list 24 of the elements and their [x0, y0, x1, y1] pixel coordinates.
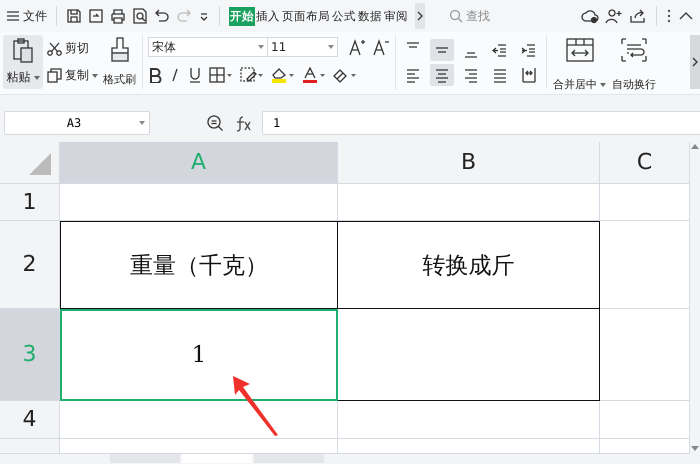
format-painter-button[interactable]: 格式刷 [102, 35, 137, 89]
formula-input[interactable]: 1 [262, 111, 700, 135]
ribbon-tab[interactable]: 数据 [357, 6, 383, 26]
row-header[interactable]: 4 [0, 401, 60, 439]
table-cell: 重量（千克） [60, 221, 338, 309]
wrap-text-button[interactable]: 自动换行 [611, 35, 657, 94]
cut-button[interactable]: 剪切 [47, 40, 98, 57]
row-header[interactable]: 1 [0, 184, 60, 221]
column-header[interactable]: B [338, 142, 600, 184]
merge-center-button[interactable]: 合并居中 [552, 35, 607, 94]
table-cell: 转换成斤 [338, 221, 600, 309]
copy-button[interactable]: 复制 [47, 67, 98, 84]
row-header[interactable]: 2 [0, 221, 60, 309]
name-box[interactable]: A3 [4, 111, 150, 135]
ribbon-tab[interactable]: 插入 [255, 6, 281, 26]
file-menu[interactable]: 文件 [6, 8, 47, 24]
column-header[interactable]: C [600, 142, 690, 184]
table-cell: 1 [60, 309, 338, 401]
font-size-field[interactable]: 11 [268, 37, 338, 57]
font-name-field[interactable]: 宋体 [148, 37, 268, 57]
ribbon-tab[interactable]: 公式 [331, 6, 357, 26]
ribbon-tab[interactable]: 审阅 [383, 6, 409, 26]
ribbon-tab[interactable]: 页面布局 [281, 6, 331, 26]
paste-button[interactable]: 粘贴 [3, 35, 43, 89]
